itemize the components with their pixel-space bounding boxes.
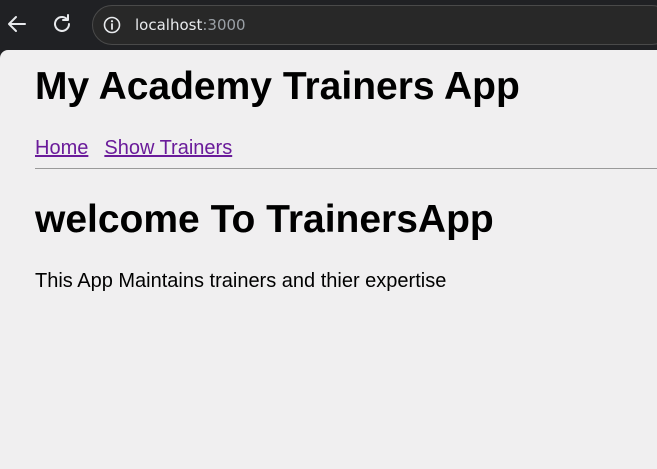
url-port: :3000 [202, 16, 246, 34]
url-text[interactable]: localhost:3000 [135, 16, 246, 34]
info-icon[interactable] [103, 16, 121, 34]
address-bar[interactable]: localhost:3000 [92, 5, 657, 45]
page-viewport [0, 50, 657, 469]
app-title: My Academy Trainers App [35, 65, 520, 108]
nav-link-show-trainers[interactable]: Show Trainers [104, 137, 232, 159]
intro-text: This App Maintains trainers and thier ex… [35, 270, 447, 292]
nav-link-home[interactable]: Home [35, 137, 88, 159]
back-button[interactable] [3, 10, 31, 38]
reload-icon [54, 14, 70, 32]
main-nav: Home Show Trainers [35, 136, 248, 160]
welcome-heading: welcome To TrainersApp [35, 198, 494, 241]
horizontal-rule [35, 168, 657, 169]
arrow-left-icon [8, 16, 26, 32]
reload-button[interactable] [48, 10, 76, 38]
browser-toolbar: localhost:3000 [0, 0, 657, 50]
url-host: localhost [135, 16, 203, 34]
